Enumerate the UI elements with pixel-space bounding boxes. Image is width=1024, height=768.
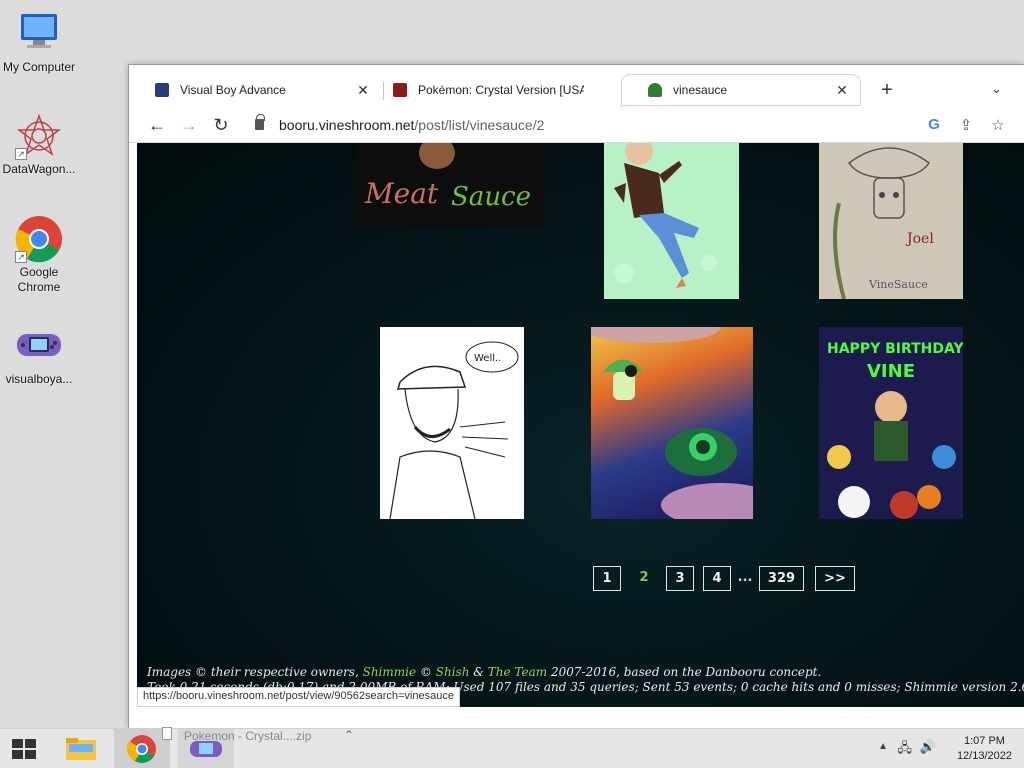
- desktop-icon-datawagon[interactable]: ↗ DataWagon...: [0, 112, 78, 177]
- browser-window: Visual Boy Advance ✕ Pokémon: Crystal Ve…: [128, 64, 1024, 729]
- tab-pokemon-crystal[interactable]: Pokémon: Crystal Version [USA] -: [367, 75, 607, 105]
- the-team-link[interactable]: The Team: [488, 665, 547, 679]
- link-status-bubble: https://booru.vineshroom.net/post/view/9…: [137, 687, 460, 707]
- desktop-icon-label: My Computer: [2, 60, 76, 74]
- svg-text:Sauce: Sauce: [451, 182, 531, 212]
- new-tab-button[interactable]: +: [875, 79, 899, 103]
- svg-text:Meat: Meat: [364, 177, 439, 210]
- computer-icon: [15, 10, 63, 58]
- forward-icon[interactable]: →: [177, 113, 201, 137]
- tab-visual-boy-advance[interactable]: Visual Boy Advance ✕: [129, 75, 381, 105]
- thumbnail-joel-mushroom-sketch[interactable]: Joel VineSauce: [819, 143, 963, 299]
- svg-text:Joel: Joel: [905, 231, 934, 247]
- lock-icon: [255, 114, 265, 130]
- tab-strip: Visual Boy Advance ✕ Pokémon: Crystal Ve…: [129, 65, 1024, 107]
- page-2-current: 2: [639, 570, 649, 585]
- page-last-link[interactable]: 329: [759, 566, 804, 591]
- clock-time: 1:07 PM: [963, 735, 1005, 747]
- share-icon[interactable]: ⇪: [957, 116, 975, 134]
- clock-date: 12/13/2022: [956, 750, 1012, 762]
- desktop-icon-google-chrome[interactable]: ↗ Google Chrome: [0, 215, 78, 295]
- tray-expand-icon[interactable]: ▲: [878, 741, 888, 752]
- favicon-icon: [393, 83, 407, 97]
- taskbar: Pokemon - Crystal....zip ⌃ ▲ 🖧 🔊 1:07 PM…: [0, 727, 1024, 768]
- page-4-link[interactable]: 4: [703, 566, 731, 591]
- tab-search-icon[interactable]: ⌄: [991, 81, 1002, 97]
- thumbnail-happy-birthday-vine[interactable]: HAPPY BIRTHDAY VINE: [819, 327, 963, 519]
- thumbnail-meatsauce[interactable]: Meat Sauce: [355, 143, 545, 227]
- shish-link[interactable]: Shish: [436, 665, 470, 679]
- google-translate-icon[interactable]: G: [925, 116, 943, 133]
- svg-text:Well..: Well..: [474, 353, 501, 364]
- page-viewport: Meat Sauce Joel VineSauce Well.. HAPPY B…: [137, 143, 1024, 707]
- close-icon[interactable]: ✕: [834, 82, 850, 98]
- desktop-icon-label: Google Chrome: [17, 265, 61, 294]
- network-icon[interactable]: 🖧: [898, 739, 913, 761]
- url-text: booru.vineshroom.net/post/list/vinesauce…: [279, 117, 545, 133]
- bookmark-star-icon[interactable]: ☆: [989, 116, 1007, 134]
- thumbnail-dancing-character[interactable]: [604, 143, 739, 299]
- thumbnail-well-sketch[interactable]: Well..: [380, 327, 524, 519]
- download-filename: Pokemon - Crystal....zip: [184, 729, 312, 743]
- chrome-icon: ↗: [15, 215, 63, 263]
- shortcut-arrow-icon: ↗: [15, 251, 27, 263]
- zip-file-icon: [162, 727, 172, 740]
- volume-icon[interactable]: 🔊: [920, 739, 936, 755]
- download-shelf: [129, 707, 1024, 729]
- tab-title: Visual Boy Advance: [180, 83, 286, 97]
- datawagon-icon: ↗: [15, 112, 63, 160]
- pagination: 1 2 3 4 ... 329 >>: [137, 566, 1024, 592]
- clock[interactable]: 1:07 PM 12/13/2022: [957, 734, 1012, 764]
- desktop-icon-label: DataWagon...: [2, 162, 76, 176]
- shimmie-link[interactable]: Shimmie: [363, 665, 416, 679]
- tab-title: Pokémon: Crystal Version [USA] -: [418, 83, 584, 97]
- favicon-icon: [155, 83, 169, 97]
- folder-icon: [66, 738, 96, 760]
- chevron-up-icon[interactable]: ⌃: [344, 728, 354, 742]
- back-icon[interactable]: ←: [145, 113, 169, 137]
- tab-title: vinesauce: [673, 83, 728, 97]
- desktop-icon-visualboyadvance[interactable]: visualboya...: [0, 322, 78, 387]
- desktop-icon-my-computer[interactable]: My Computer: [0, 10, 78, 75]
- pagination-ellipsis: ...: [737, 570, 753, 585]
- tab-vinesauce[interactable]: vinesauce ✕: [622, 75, 860, 105]
- svg-text:HAPPY BIRTHDAY: HAPPY BIRTHDAY: [827, 341, 963, 357]
- page-3-link[interactable]: 3: [666, 566, 694, 591]
- start-button[interactable]: [0, 729, 48, 768]
- windows-logo-icon: [12, 739, 36, 759]
- gameboy-advance-icon: [15, 322, 63, 370]
- next-page-link[interactable]: >>: [815, 566, 855, 591]
- download-item[interactable]: Pokemon - Crystal....zip ⌃: [158, 727, 364, 768]
- svg-text:VINE: VINE: [867, 361, 915, 382]
- reload-icon[interactable]: ↻: [209, 113, 233, 137]
- footer-credits: Images © their respective owners, Shimmi…: [147, 665, 822, 679]
- desktop-icon-label: visualboya...: [5, 372, 73, 386]
- browser-toolbar: ← → ↻ booru.vineshroom.net/post/list/vin…: [129, 107, 1024, 143]
- address-bar[interactable]: booru.vineshroom.net/post/list/vinesauce…: [243, 111, 1023, 139]
- taskbar-file-explorer[interactable]: [58, 729, 106, 768]
- svg-text:VineSauce: VineSauce: [868, 278, 928, 291]
- thumbnail-vinesauce-mushrooms[interactable]: [591, 327, 753, 519]
- mushroom-favicon-icon: [648, 83, 662, 97]
- shortcut-arrow-icon: ↗: [15, 148, 27, 160]
- page-1-link[interactable]: 1: [593, 566, 621, 591]
